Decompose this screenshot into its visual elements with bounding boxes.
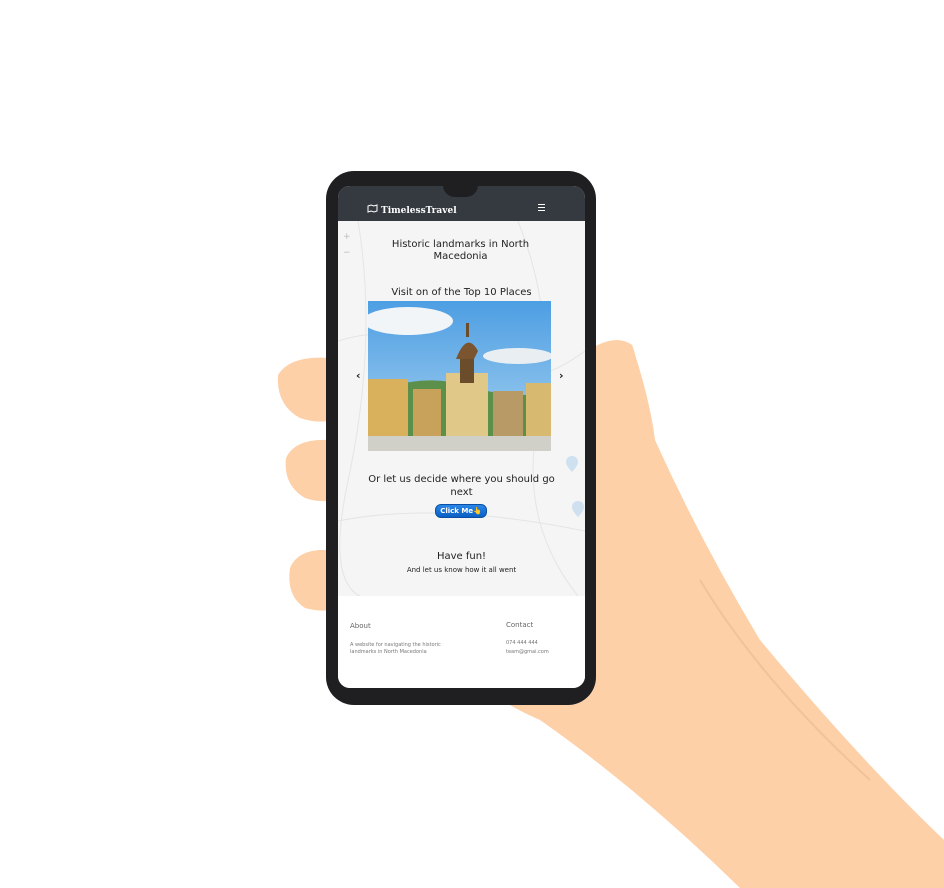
about-title: About — [350, 622, 371, 630]
click-me-button[interactable]: Click Me👆 — [435, 504, 487, 518]
brand-name: TimelessTravel — [381, 206, 457, 216]
map-pin-icon — [572, 501, 584, 517]
about-text: A website for navigating the historic la… — [350, 642, 441, 655]
zoom-in-button[interactable]: + — [343, 229, 351, 245]
phone-screen: TimelessTravel + − Historic landmarks in… — [338, 186, 585, 688]
carousel-image[interactable] — [368, 301, 551, 451]
contact-email[interactable]: team@gmai.com — [506, 649, 549, 656]
have-fun-heading: Have fun! — [436, 551, 487, 562]
footer: About A website for navigating the histo… — [338, 596, 585, 688]
contact-phone[interactable]: 074 444 444 — [506, 640, 538, 647]
carousel-prev-icon[interactable]: ‹ — [356, 369, 361, 382]
carousel-next-icon[interactable]: › — [559, 369, 564, 382]
brand[interactable]: TimelessTravel — [367, 204, 457, 216]
page-title: Historic landmarks in North Macedonia — [391, 239, 530, 262]
top-places-heading: Visit on of the Top 10 Places — [391, 287, 532, 298]
random-heading: Or let us decide where you should go nex… — [368, 474, 555, 498]
hamburger-icon[interactable] — [538, 204, 547, 212]
finger-1 — [277, 357, 330, 422]
contact-title: Contact — [506, 621, 534, 629]
map-background[interactable]: + − Historic landmarks in North Macedoni… — [338, 221, 585, 596]
finger-2 — [285, 439, 330, 502]
world-map-icon — [367, 204, 378, 216]
have-fun-subheading: And let us know how it all went — [406, 566, 517, 574]
map-zoom-controls[interactable]: + − — [343, 229, 351, 261]
zoom-out-button[interactable]: − — [343, 245, 351, 261]
map-pin-icon — [566, 456, 578, 472]
finger-3 — [289, 549, 330, 611]
